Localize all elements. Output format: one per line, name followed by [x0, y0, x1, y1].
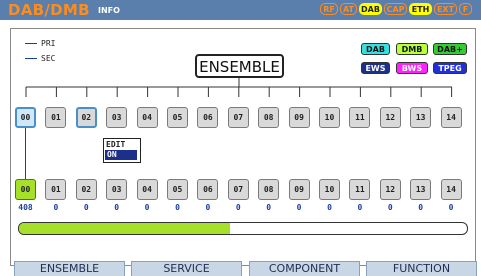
component-count: 0 — [235, 203, 241, 212]
indicator-at: AT — [340, 3, 357, 15]
progress-bar — [18, 222, 468, 235]
component-04[interactable]: 04 — [136, 179, 158, 200]
service-03[interactable]: 03 — [106, 107, 128, 128]
component-count: 0 — [53, 203, 59, 212]
component-11[interactable]: 11 — [349, 179, 371, 200]
component-count: 0 — [205, 203, 211, 212]
indicator-eth: ETH — [409, 3, 432, 15]
component-09[interactable]: 09 — [288, 179, 310, 200]
progress-fill — [19, 223, 230, 234]
component-count: 0 — [327, 203, 332, 212]
service-14[interactable]: 14 — [440, 107, 462, 128]
edit-popup[interactable]: EDIT ON — [103, 138, 141, 163]
component-count: 0 — [387, 203, 393, 212]
component-count: 0 — [448, 203, 454, 212]
component-01[interactable]: 01 — [45, 179, 67, 200]
edit-label: EDIT — [106, 140, 126, 149]
info-panel: PRI SEC DAB DMB DAB+ EWS BWS TPEG ENSEMBLE 00… — [10, 28, 476, 266]
service-11[interactable]: 11 — [349, 107, 371, 128]
component-00[interactable]: 00 — [15, 179, 36, 200]
bottom-tabs: ENSEMBLE SERVICE COMPONENT FUNCTION — [0, 261, 481, 276]
service-01[interactable]: 01 — [45, 107, 67, 128]
title-bar: DAB/DMB INFO RF AT DAB CAP ETH EXT F — [0, 0, 481, 20]
component-02[interactable]: 02 — [75, 179, 97, 200]
component-count: 0 — [418, 203, 424, 212]
tab-function[interactable]: FUNCTION — [366, 261, 477, 276]
service-06[interactable]: 06 — [197, 107, 219, 128]
component-count: 0 — [357, 203, 363, 212]
component-count: 0 — [83, 203, 89, 212]
service-07[interactable]: 07 — [227, 107, 249, 128]
service-10[interactable]: 10 — [319, 107, 340, 128]
component-count: 0 — [266, 203, 272, 212]
service-00[interactable]: 00 — [15, 107, 36, 128]
tab-ensemble[interactable]: ENSEMBLE — [14, 261, 125, 276]
edit-value[interactable]: ON — [105, 150, 137, 160]
component-count: 408 — [18, 203, 33, 212]
component-12[interactable]: 12 — [379, 179, 401, 200]
tab-service[interactable]: SERVICE — [131, 261, 242, 276]
service-13[interactable]: 13 — [410, 107, 432, 128]
service-05[interactable]: 05 — [167, 107, 188, 128]
component-10[interactable]: 10 — [319, 179, 340, 200]
service-08[interactable]: 08 — [258, 107, 280, 128]
indicator-ext: EXT — [434, 3, 457, 15]
component-count: 0 — [144, 203, 150, 212]
pri-link-line — [25, 128, 26, 179]
tab-component[interactable]: COMPONENT — [249, 261, 360, 276]
component-07[interactable]: 07 — [227, 179, 249, 200]
indicator-rf: RF — [320, 3, 338, 15]
app-title: DAB/DMB — [8, 1, 90, 19]
service-12[interactable]: 12 — [379, 107, 401, 128]
indicator-cap: CAP — [384, 3, 407, 15]
service-04[interactable]: 04 — [136, 107, 158, 128]
component-count: 0 — [175, 203, 180, 212]
service-09[interactable]: 09 — [288, 107, 310, 128]
component-05[interactable]: 05 — [167, 179, 188, 200]
indicator-dab: DAB — [359, 3, 382, 15]
component-count: 0 — [114, 203, 120, 212]
component-14[interactable]: 14 — [440, 179, 462, 200]
component-06[interactable]: 06 — [197, 179, 219, 200]
component-13[interactable]: 13 — [410, 179, 432, 200]
component-03[interactable]: 03 — [106, 179, 128, 200]
component-count: 0 — [296, 203, 302, 212]
component-08[interactable]: 08 — [258, 179, 280, 200]
ensemble-node[interactable]: ENSEMBLE — [195, 54, 284, 78]
indicator-f: F — [459, 3, 472, 15]
app-subtitle: INFO — [98, 6, 120, 15]
service-02[interactable]: 02 — [75, 107, 97, 128]
